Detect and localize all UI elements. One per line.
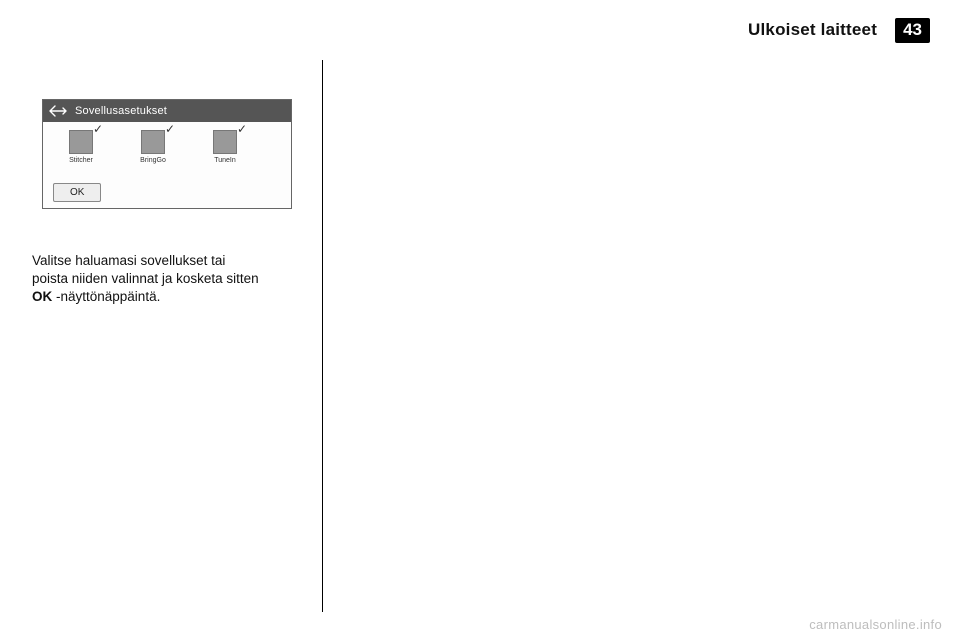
device-screen: Sovellusasetukset ✓ Stitcher: [42, 99, 292, 209]
device-titlebar: Sovellusasetukset: [43, 100, 291, 122]
app-icon-wrap: ✓: [69, 130, 93, 154]
app-item-stitcher[interactable]: ✓ Stitcher: [59, 130, 103, 164]
device-title: Sovellusasetukset: [75, 105, 167, 117]
checkmark-icon: ✓: [93, 124, 103, 134]
checkmark-icon: ✓: [165, 124, 175, 134]
manual-page: Ulkoiset laitteet 43 Sovellusasetukset: [0, 0, 960, 642]
app-icon: [69, 130, 93, 154]
app-label: BringGo: [140, 157, 166, 164]
device-screenshot: Sovellusasetukset ✓ Stitcher: [32, 70, 302, 238]
text-line: poista niiden valinnat ja kosketa sitten: [32, 271, 259, 286]
ok-row: OK: [53, 183, 281, 202]
section-title: Ulkoiset laitteet: [748, 20, 877, 40]
content-columns: Sovellusasetukset ✓ Stitcher: [32, 60, 928, 612]
device-body: ✓ Stitcher ✓ BringGo: [43, 122, 291, 208]
watermark: carmanualsonline.info: [809, 617, 942, 632]
app-icon: [141, 130, 165, 154]
page-header: Ulkoiset laitteet 43: [748, 18, 930, 43]
app-item-bringgo[interactable]: ✓ BringGo: [131, 130, 175, 164]
ok-keyword: OK: [32, 289, 52, 304]
app-icon: [213, 130, 237, 154]
app-label: Stitcher: [69, 157, 93, 164]
ok-button[interactable]: OK: [53, 183, 101, 202]
back-icon[interactable]: [49, 104, 67, 118]
right-column: [323, 60, 928, 612]
checkmark-icon: ✓: [237, 124, 247, 134]
app-icon-wrap: ✓: [213, 130, 237, 154]
text-line: Valitse haluamasi sovellukset tai: [32, 253, 225, 268]
text-line: ‑näyttönäppäintä.: [52, 289, 160, 304]
left-column: Sovellusasetukset ✓ Stitcher: [32, 60, 322, 612]
page-number: 43: [895, 18, 930, 43]
apps-row: ✓ Stitcher ✓ BringGo: [53, 130, 281, 164]
app-label: TuneIn: [214, 157, 236, 164]
app-item-tunein[interactable]: ✓ TuneIn: [203, 130, 247, 164]
instruction-text: Valitse haluamasi sovellukset tai poista…: [32, 252, 304, 307]
app-icon-wrap: ✓: [141, 130, 165, 154]
